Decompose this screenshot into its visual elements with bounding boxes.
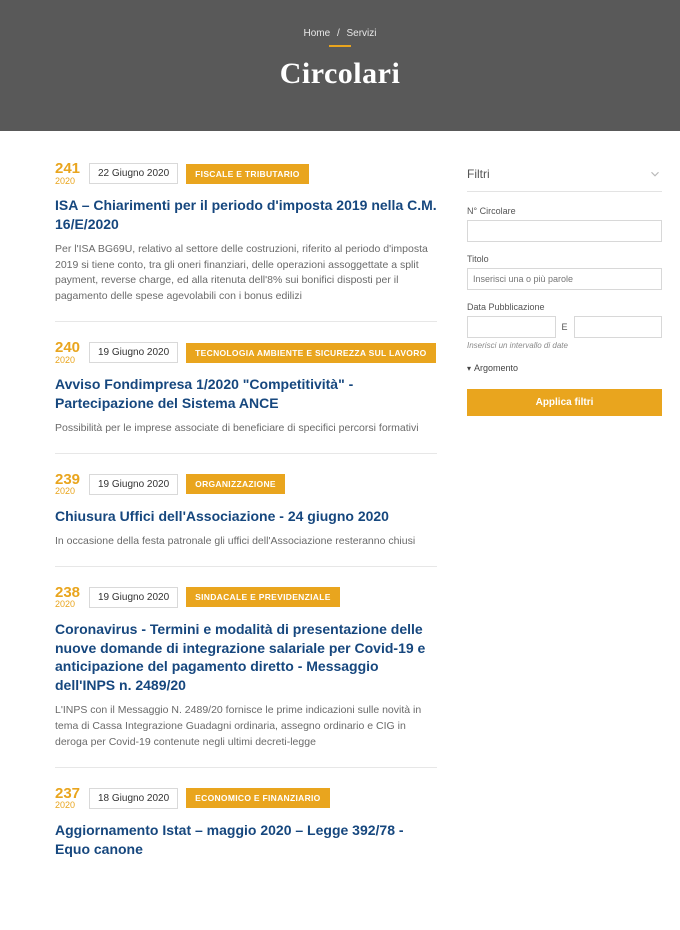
item-date: 18 Giugno 2020: [89, 788, 178, 809]
breadcrumb: Home / Servizi: [0, 28, 680, 39]
list-item: 241 2020 22 Giugno 2020 FISCALE E TRIBUT…: [55, 161, 437, 322]
item-number-badge: 237 2020: [55, 786, 81, 811]
filter-number-label: N° Circolare: [467, 206, 662, 216]
filter-date-to-input[interactable]: [574, 316, 663, 338]
chevron-down-icon: ▾: [467, 364, 471, 373]
item-number-badge: 240 2020: [55, 340, 81, 365]
filter-date-label: Data Pubblicazione: [467, 302, 662, 312]
breadcrumb-home[interactable]: Home: [301, 28, 332, 39]
apply-filters-button[interactable]: Applica filtri: [467, 389, 662, 416]
hero: Home / Servizi Circolari: [0, 0, 680, 131]
list-item: 240 2020 19 Giugno 2020 TECNOLOGIA AMBIE…: [55, 340, 437, 454]
item-year: 2020: [55, 600, 81, 609]
filter-title: Titolo: [467, 254, 662, 290]
filter-number-input[interactable]: [467, 220, 662, 242]
breadcrumb-current[interactable]: Servizi: [345, 28, 379, 39]
item-title[interactable]: ISA – Chiarimenti per il periodo d'impos…: [55, 196, 437, 234]
item-title[interactable]: Avviso Fondimpresa 1/2020 "Competitività…: [55, 375, 437, 413]
filter-date-hint: Inserisci un intervallo di date: [467, 341, 662, 351]
item-number: 239: [55, 472, 81, 488]
item-year: 2020: [55, 356, 81, 365]
filters-heading: Filtri: [467, 167, 490, 181]
filter-date-from-input[interactable]: [467, 316, 556, 338]
item-body: Possibilità per le imprese associate di …: [55, 421, 437, 437]
item-date: 19 Giugno 2020: [89, 342, 178, 363]
filter-date: Data Pubblicazione E Inserisci un interv…: [467, 302, 662, 351]
item-title[interactable]: Coronavirus - Termini e modalità di pres…: [55, 620, 437, 696]
item-date: 19 Giugno 2020: [89, 474, 178, 495]
page-title: Circolari: [0, 57, 680, 91]
item-tag[interactable]: SINDACALE E PREVIDENZIALE: [186, 587, 340, 607]
list-item: 238 2020 19 Giugno 2020 SINDACALE E PREV…: [55, 585, 437, 768]
item-number: 241: [55, 161, 81, 177]
breadcrumb-underline: [329, 45, 351, 47]
filter-argomento-toggle[interactable]: ▾Argomento: [467, 363, 662, 373]
item-body: Per l'ISA BG69U, relativo al settore del…: [55, 242, 437, 305]
filter-title-label: Titolo: [467, 254, 662, 264]
item-year: 2020: [55, 801, 81, 810]
item-title[interactable]: Aggiornamento Istat – maggio 2020 – Legg…: [55, 821, 437, 859]
breadcrumb-sep: /: [335, 28, 342, 39]
filters-toggle[interactable]: Filtri: [467, 161, 662, 192]
list-item: 239 2020 19 Giugno 2020 ORGANIZZAZIONE C…: [55, 472, 437, 567]
item-tag[interactable]: ECONOMICO E FINANZIARIO: [186, 788, 329, 808]
item-date: 22 Giugno 2020: [89, 163, 178, 184]
filter-date-sep: E: [562, 322, 568, 332]
filter-number: N° Circolare: [467, 206, 662, 242]
item-number-badge: 241 2020: [55, 161, 81, 186]
item-year: 2020: [55, 487, 81, 496]
item-number: 237: [55, 786, 81, 802]
chevron-down-icon: [648, 167, 662, 181]
item-year: 2020: [55, 177, 81, 186]
item-title[interactable]: Chiusura Uffici dell'Associazione - 24 g…: [55, 507, 437, 526]
filter-argomento-label: Argomento: [474, 363, 518, 373]
item-number-badge: 238 2020: [55, 585, 81, 610]
item-tag[interactable]: FISCALE E TRIBUTARIO: [186, 164, 309, 184]
item-number: 240: [55, 340, 81, 356]
item-tag[interactable]: TECNOLOGIA AMBIENTE E SICUREZZA SUL LAVO…: [186, 343, 435, 363]
item-date: 19 Giugno 2020: [89, 587, 178, 608]
item-number: 238: [55, 585, 81, 601]
item-tag[interactable]: ORGANIZZAZIONE: [186, 474, 285, 494]
item-number-badge: 239 2020: [55, 472, 81, 497]
results-list: 241 2020 22 Giugno 2020 FISCALE E TRIBUT…: [0, 161, 467, 900]
item-body: In occasione della festa patronale gli u…: [55, 534, 437, 550]
filters-panel: Filtri N° Circolare Titolo Data Pubblica…: [467, 161, 662, 900]
filter-title-input[interactable]: [467, 268, 662, 290]
item-body: L'INPS con il Messaggio N. 2489/20 forni…: [55, 703, 437, 750]
list-item: 237 2020 18 Giugno 2020 ECONOMICO E FINA…: [55, 786, 437, 883]
